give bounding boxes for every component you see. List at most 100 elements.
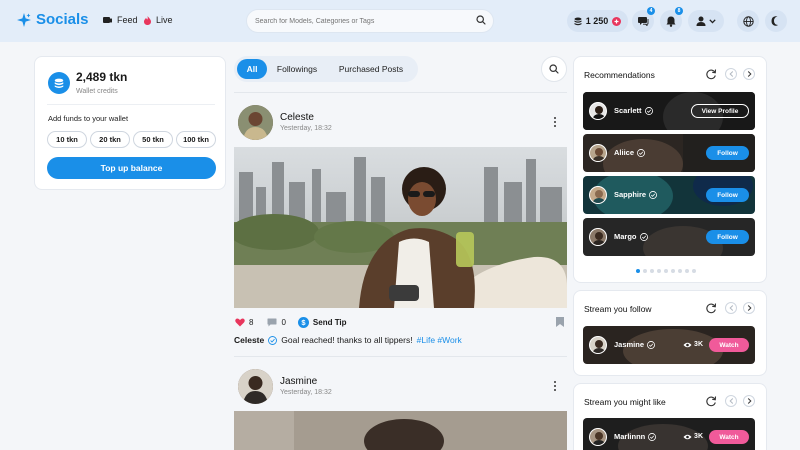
creator-name: Marlinnn — [614, 432, 657, 441]
creator-name: Sapphire — [614, 190, 658, 199]
pagination-dot[interactable] — [678, 269, 682, 273]
pagination-dot[interactable] — [692, 269, 696, 273]
tab-followings[interactable]: Followings — [270, 59, 324, 79]
chat-icon — [637, 17, 648, 26]
wallet-amount: 2,489 tkn — [76, 70, 128, 84]
more-options-icon[interactable] — [553, 381, 557, 393]
chevron-right-icon — [747, 71, 752, 77]
post-photo[interactable] — [234, 411, 567, 450]
tip-coin-icon[interactable]: $ — [297, 316, 309, 328]
tab-all[interactable]: All — [237, 59, 267, 79]
watch-button[interactable]: Watch — [709, 430, 749, 444]
notifications-badge: 8 — [675, 7, 683, 15]
pagination-dot[interactable] — [636, 269, 640, 273]
next-button[interactable] — [743, 302, 755, 314]
recommendation-tile-aliice[interactable]: Aliice Follow — [583, 134, 755, 172]
bookmark-icon[interactable] — [556, 317, 564, 327]
notifications-button[interactable]: 8 — [660, 7, 683, 32]
messages-button[interactable]: 4 — [632, 7, 655, 32]
prev-button[interactable] — [725, 302, 737, 314]
post-author[interactable]: Jasmine — [280, 376, 317, 387]
chevron-left-icon — [728, 305, 733, 311]
post-timestamp: Yesterday, 18:32 — [280, 389, 332, 396]
balance-pill[interactable]: 1 250 — [567, 10, 628, 32]
pagination-dot[interactable] — [657, 269, 661, 273]
viewer-count: 3K — [683, 341, 703, 348]
logo[interactable]: Socials — [17, 11, 89, 28]
post-photo[interactable] — [234, 147, 567, 308]
profile-menu[interactable] — [688, 10, 724, 32]
stream-tile-jasmine[interactable]: Jasmine 3K Watch — [583, 326, 755, 364]
add-balance-icon[interactable] — [612, 16, 622, 26]
pagination-dot[interactable] — [650, 269, 654, 273]
follow-button[interactable]: Follow — [706, 188, 749, 202]
eye-icon — [683, 434, 692, 439]
search-icon[interactable] — [476, 15, 486, 25]
heart-icon[interactable] — [235, 318, 245, 327]
amount-10-button[interactable]: 10 tkn — [47, 131, 87, 148]
carousel-pagination — [636, 269, 696, 273]
nav-live[interactable]: Live — [144, 15, 173, 25]
refresh-icon[interactable] — [705, 302, 717, 314]
verified-icon — [649, 190, 658, 199]
prev-button[interactable] — [725, 395, 737, 407]
stream-follow-title: Stream you follow — [584, 304, 652, 314]
creator-name: Jasmine — [614, 340, 655, 349]
hashtags[interactable]: #Life #Work — [417, 335, 462, 345]
tab-purchased-posts[interactable]: Purchased Posts — [330, 59, 412, 79]
comment-count: 0 — [281, 317, 286, 327]
recommendation-tile-sapphire[interactable]: Sapphire Follow — [583, 176, 755, 214]
recommendations-title: Recommendations — [584, 70, 655, 80]
pagination-dot[interactable] — [671, 269, 675, 273]
refresh-icon[interactable] — [705, 395, 717, 407]
feed-icon — [103, 17, 112, 23]
recommendation-tile-scarlett[interactable]: Scarlett View Profile — [583, 92, 755, 130]
send-tip-button[interactable]: Send Tip — [313, 318, 347, 327]
amount-100-button[interactable]: 100 tkn — [176, 131, 216, 148]
nav-feed-label: Feed — [117, 15, 138, 25]
avatar[interactable] — [238, 105, 273, 140]
follow-button[interactable]: Follow — [706, 146, 749, 160]
pagination-dot[interactable] — [685, 269, 689, 273]
theme-toggle[interactable] — [765, 10, 787, 32]
flame-icon — [144, 15, 151, 25]
pagination-dot[interactable] — [643, 269, 647, 273]
post-author[interactable]: Celeste — [280, 112, 314, 123]
feed-search-button[interactable] — [541, 56, 567, 82]
amount-20-button[interactable]: 20 tkn — [90, 131, 130, 148]
verified-icon — [644, 106, 653, 115]
prev-button[interactable] — [725, 68, 737, 80]
pagination-dot[interactable] — [664, 269, 668, 273]
comment-icon[interactable] — [267, 318, 277, 327]
search-bar[interactable] — [246, 9, 494, 33]
view-profile-button[interactable]: View Profile — [691, 104, 749, 118]
divider — [234, 92, 567, 93]
next-button[interactable] — [743, 395, 755, 407]
refresh-icon[interactable] — [705, 68, 717, 80]
logo-text: Socials — [36, 11, 89, 28]
nav-feed[interactable]: Feed — [103, 15, 138, 25]
post-timestamp: Yesterday, 18:32 — [280, 125, 332, 132]
wallet-coins-icon — [48, 72, 70, 94]
viewer-count: 3K — [683, 433, 703, 440]
stream-like-title: Stream you might like — [584, 397, 666, 407]
search-input[interactable] — [255, 14, 470, 28]
avatar — [589, 144, 607, 162]
more-options-icon[interactable] — [553, 117, 557, 129]
avatar[interactable] — [238, 369, 273, 404]
post-caption: Celeste Goal reached! thanks to all tipp… — [234, 335, 462, 345]
avatar — [589, 428, 607, 446]
caption-author[interactable]: Celeste — [234, 335, 264, 345]
feed-tabs: All Followings Purchased Posts — [234, 56, 418, 82]
amount-50-button[interactable]: 50 tkn — [133, 131, 173, 148]
watch-button[interactable]: Watch — [709, 338, 749, 352]
language-button[interactable] — [737, 10, 759, 32]
follow-button[interactable]: Follow — [706, 230, 749, 244]
creator-name: Aliice — [614, 148, 645, 157]
stream-tile-marlinnn[interactable]: Marlinnn 3K Watch — [583, 418, 755, 450]
wallet-label: Wallet credits — [76, 88, 118, 95]
recommendation-tile-margo[interactable]: Margo Follow — [583, 218, 755, 256]
next-button[interactable] — [743, 68, 755, 80]
top-up-button[interactable]: Top up balance — [47, 157, 216, 179]
avatar — [589, 186, 607, 204]
